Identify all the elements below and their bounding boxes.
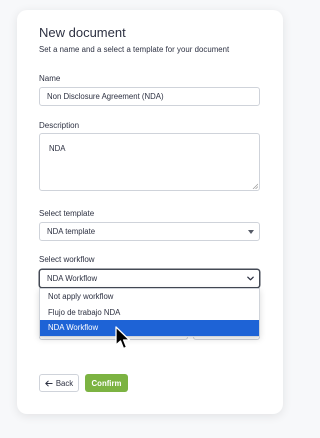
arrow-left-icon bbox=[44, 379, 53, 387]
page-subtitle: Set a name and a select a template for y… bbox=[39, 45, 230, 54]
workflow-option-not-apply[interactable]: Not apply workflow bbox=[40, 289, 259, 305]
resize-grip-icon[interactable] bbox=[252, 183, 258, 189]
name-field[interactable]: Non Disclosure Agreement (NDA) bbox=[39, 87, 260, 106]
template-select[interactable]: NDA template bbox=[39, 222, 260, 241]
workflow-option-flujo-nda[interactable]: Flujo de trabajo NDA bbox=[40, 305, 259, 321]
confirm-button-label: Confirm bbox=[91, 378, 122, 388]
back-button-label: Back bbox=[55, 378, 74, 388]
mouse-pointer-icon bbox=[115, 326, 131, 350]
name-label: Name bbox=[39, 74, 61, 83]
page-title: New document bbox=[39, 25, 126, 40]
template-label: Select template bbox=[39, 209, 95, 218]
workflow-dropdown-list: Not apply workflow Flujo de trabajo NDA … bbox=[39, 288, 260, 337]
template-select-value: NDA template bbox=[47, 227, 96, 236]
caret-down-icon bbox=[248, 230, 254, 234]
workflow-label: Select workflow bbox=[39, 255, 95, 264]
back-button[interactable]: Back bbox=[39, 374, 79, 392]
workflow-select-value: NDA Workflow bbox=[47, 274, 98, 283]
chevron-down-icon bbox=[247, 276, 254, 281]
confirm-button[interactable]: Confirm bbox=[85, 374, 128, 392]
workflow-option-nda-workflow[interactable]: NDA Workflow bbox=[40, 320, 259, 336]
description-label: Description bbox=[39, 121, 80, 130]
workflow-select[interactable]: NDA Workflow bbox=[39, 269, 260, 288]
description-field[interactable]: NDA bbox=[39, 133, 260, 191]
new-document-card: New document Set a name and a select a t… bbox=[17, 10, 283, 414]
description-text: NDA bbox=[49, 144, 66, 153]
